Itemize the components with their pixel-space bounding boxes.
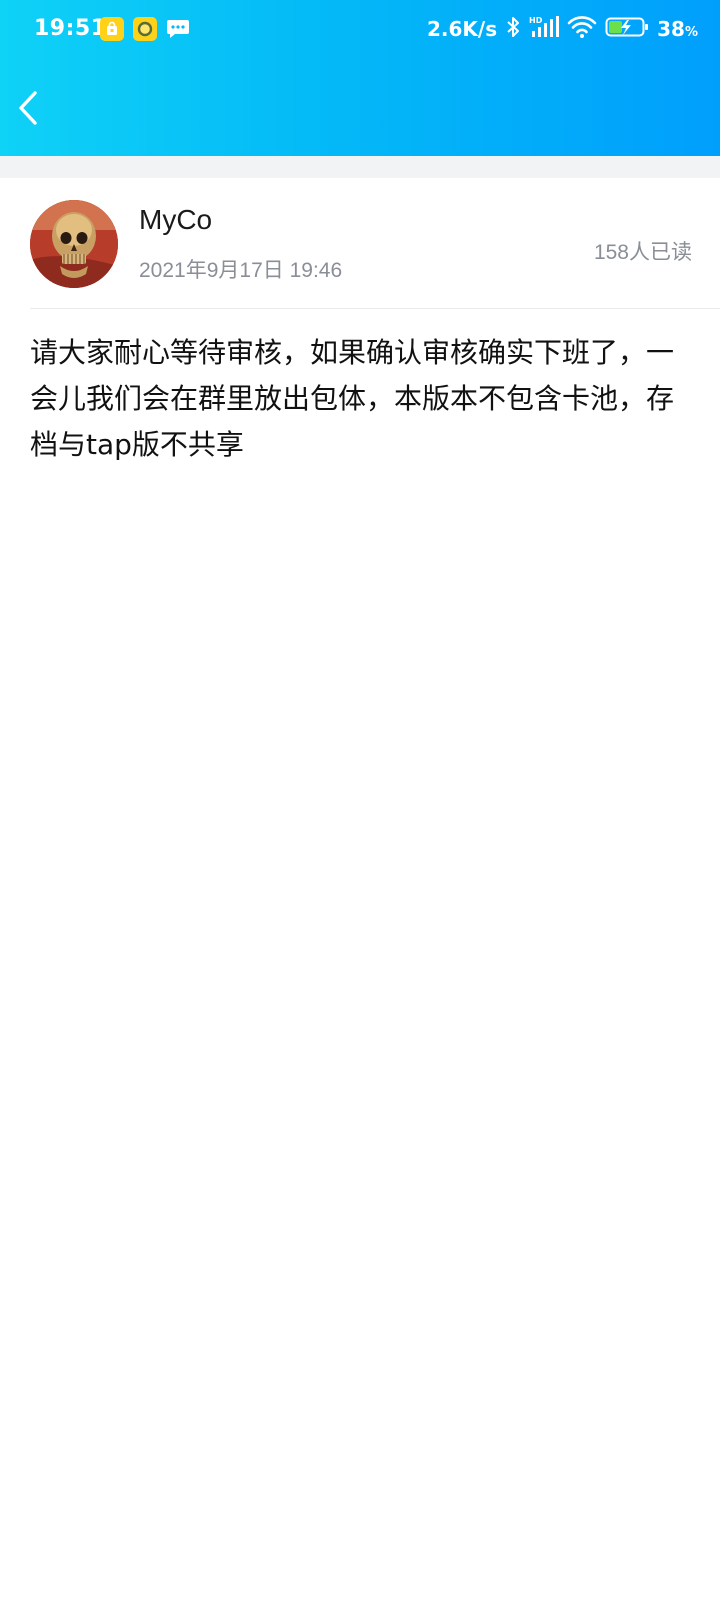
read-count[interactable]: 158人已读 (594, 236, 692, 266)
status-time: 19:51 (34, 16, 107, 41)
header-separator-band (0, 156, 720, 178)
post-date: 2021年9月17日 19:46 (139, 259, 343, 282)
divider (30, 308, 720, 309)
post-body-text: 请大家耐心等待审核，如果确认审核确实下班了，一会儿我们会在群里放出包体，本版本不… (30, 336, 675, 461)
message-notification-icon (166, 17, 190, 41)
bluetooth-icon (505, 15, 521, 43)
avatar[interactable] (30, 200, 118, 288)
battery-percent: 38% (657, 17, 698, 41)
skull-avatar-image (30, 200, 118, 288)
back-button[interactable] (12, 88, 44, 128)
post-author-row: MyCo 2021年9月17日 19:46 158人已读 (0, 178, 720, 309)
battery-percent-unit: % (684, 25, 698, 40)
network-speed: 2.6K/s (426, 17, 498, 41)
status-bar: 19:51 2.6K/s HD 38% (0, 0, 720, 62)
chevron-left-icon (19, 91, 37, 125)
author-name[interactable]: MyCo (139, 204, 212, 236)
svg-text:HD: HD (529, 16, 543, 25)
battery-percent-value: 38 (657, 17, 685, 41)
wifi-icon (567, 15, 597, 43)
bag-notification-icon (100, 17, 124, 41)
hd-signal-icon: HD (529, 15, 560, 43)
status-right-group: 2.6K/s HD 38% (427, 14, 698, 44)
circle-app-notification-icon (133, 17, 157, 41)
top-header: 19:51 2.6K/s HD 38% (0, 0, 720, 156)
battery-charging-icon (605, 15, 649, 43)
